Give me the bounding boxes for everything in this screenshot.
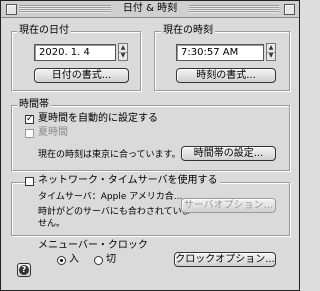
date-group-label: 現在の日付	[17, 25, 71, 37]
date-format-button[interactable]: 日付の書式...	[34, 68, 129, 83]
timezone-status-text: 現在の時刻は東京に合っています。	[38, 150, 181, 160]
server-options-button[interactable]: サーバオプション...	[181, 198, 276, 213]
zoom-box-button[interactable]	[284, 4, 295, 15]
time-field[interactable]: 7:30:57 AM	[176, 44, 264, 61]
stepper-down-icon[interactable]: ▼	[267, 52, 275, 60]
close-box-button[interactable]	[6, 4, 17, 15]
date-stepper[interactable]: ▲ ▼	[118, 43, 128, 61]
time-format-button[interactable]: 時刻の書式...	[176, 68, 276, 83]
clock-on-label: 入	[69, 254, 79, 265]
clock-on-radio[interactable]	[57, 256, 66, 265]
network-note-line2: せん。	[38, 219, 66, 229]
window-title: 日付 & 時刻	[111, 2, 189, 16]
network-note-line1: 時計がどのサーバにも合わされていま	[38, 207, 191, 217]
clock-off-label: 切	[106, 254, 116, 265]
time-group-label: 現在の時刻	[161, 25, 215, 37]
time-stepper[interactable]: ▲ ▼	[266, 43, 276, 61]
date-field[interactable]: 2020. 1. 4	[34, 44, 116, 61]
help-button[interactable]: ?	[17, 263, 31, 277]
dst-auto-checkbox[interactable]: ✓	[25, 115, 34, 124]
network-time-label: ネットワーク・タイムサーバを使用する	[36, 175, 220, 187]
dst-auto-label: 夏時間を自動的に設定する	[38, 113, 158, 124]
clock-off-radio[interactable]	[94, 256, 103, 265]
timezone-settings-button[interactable]: 時間帯の設定...	[181, 146, 276, 161]
clock-options-button[interactable]: クロックオプション...	[174, 252, 276, 267]
date-time-control-panel: 日付 & 時刻 現在の日付 2020. 1. 4 ▲ ▼ 日付の書式... 現在…	[0, 0, 300, 291]
dst-checkbox[interactable]	[25, 129, 34, 138]
time-server-text: タイムサーバ：Apple アメリカ合...	[38, 192, 183, 202]
timezone-group-label: 時間帯	[17, 99, 51, 111]
stepper-down-icon[interactable]: ▼	[119, 52, 127, 60]
menubar-clock-label: メニューバー・クロック	[38, 240, 148, 251]
dst-label: 夏時間	[38, 127, 68, 138]
network-time-checkbox[interactable]	[25, 177, 34, 186]
help-icon: ?	[19, 265, 29, 275]
title-bar[interactable]: 日付 & 時刻	[1, 1, 299, 18]
